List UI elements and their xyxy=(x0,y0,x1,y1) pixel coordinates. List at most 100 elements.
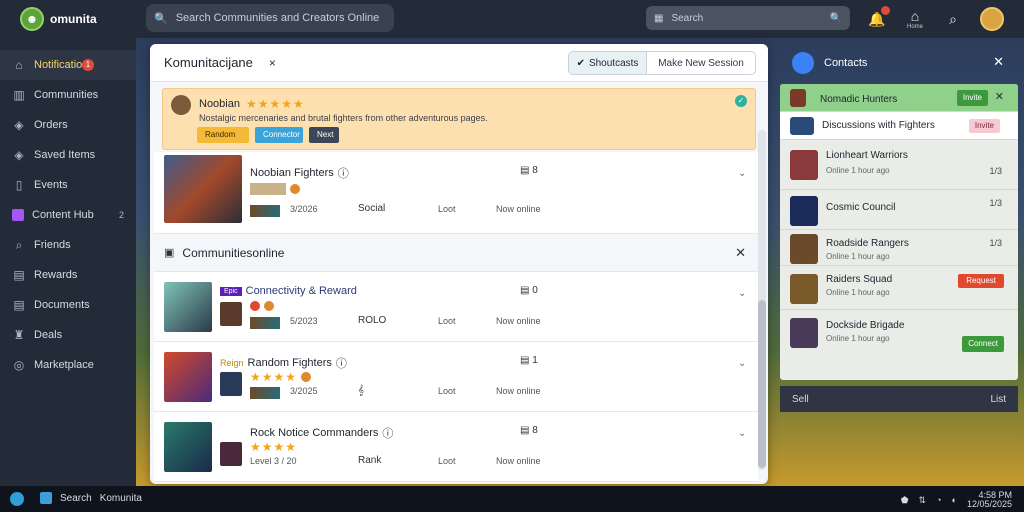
community-title: Noobian Fighters xyxy=(250,167,334,179)
panel-header: Komunitacijane × ✔ Shoutcasts Make New S… xyxy=(150,44,768,82)
user-avatar[interactable] xyxy=(980,7,1004,31)
contact-row[interactable]: Raiders Squad Online 1 hour ago Request xyxy=(780,266,1018,310)
section-title: Communitiesonline xyxy=(182,245,285,260)
chevron-down-icon[interactable]: ⌄ xyxy=(738,358,746,369)
sidebar-item-label: Orders xyxy=(34,119,68,131)
notifications-button[interactable]: 🔔 xyxy=(866,6,890,30)
community-avatar xyxy=(220,372,242,396)
home-button[interactable]: ⌂ Home xyxy=(904,8,926,30)
search-button[interactable]: ⌕ xyxy=(942,8,964,30)
community-badges xyxy=(250,183,300,195)
segment-new-session[interactable]: Make New Session xyxy=(647,52,755,74)
contact-row[interactable]: Discussions with Fighters Invite xyxy=(780,112,1018,140)
section-icon: ▣ xyxy=(164,247,175,259)
footer-left-button[interactable]: Sell xyxy=(792,394,809,405)
community-title-row: Epic Connectivity & Reward xyxy=(220,285,357,297)
rating-stars: ★★★★ xyxy=(250,440,298,454)
verified-icon: ✓ xyxy=(735,95,747,107)
shield-icon[interactable]: ⬟ xyxy=(901,495,909,506)
square-icon xyxy=(12,209,24,221)
sidebar-item-count: 2 xyxy=(118,210,124,220)
tag-random[interactable]: Random xyxy=(197,127,249,143)
sidebar-item-friends[interactable]: ⌕ Friends xyxy=(0,230,136,260)
invite-button[interactable]: Invite xyxy=(968,119,1000,133)
taskbar-item[interactable]: Komunita xyxy=(100,493,142,504)
volume-icon[interactable]: ◐ xyxy=(952,495,957,505)
community-card[interactable]: Rock Notice Commanders ⓘ ★★★★ Level 3 / … xyxy=(154,412,758,482)
search-icon: ⌕ xyxy=(949,10,957,27)
footer-right-button[interactable]: List xyxy=(990,394,1006,405)
close-icon[interactable]: × xyxy=(269,56,276,70)
network-icon[interactable]: ⇅ xyxy=(919,495,927,506)
contacts-footer: Sell List xyxy=(780,386,1018,412)
tag-next[interactable]: Next xyxy=(309,127,339,143)
members-info: ▤ 8 xyxy=(520,165,538,176)
sidebar: ⌂ Notifications 1 ▥ Communities ◈ Orders… xyxy=(0,38,136,486)
chevron-down-icon[interactable]: ⌄ xyxy=(738,288,746,299)
contact-name: Nomadic Hunters xyxy=(820,94,898,105)
sidebar-item-label: Friends xyxy=(34,239,71,251)
home-icon: ⌂ xyxy=(910,8,920,24)
community-card[interactable]: Epic Connectivity & Reward 5/2023 ROLO L… xyxy=(154,272,758,342)
avatar xyxy=(790,234,818,264)
tag-connector[interactable]: Connector xyxy=(255,127,303,143)
clock[interactable]: 4:58 PM 12/05/2025 xyxy=(967,491,1012,509)
contact-row[interactable]: Cosmic Council 1/3 xyxy=(780,190,1018,230)
sidebar-item-communities[interactable]: ▥ Communities xyxy=(0,80,136,110)
sidebar-item-saved[interactable]: ◈ Saved Items xyxy=(0,140,136,170)
community-status: Now online xyxy=(496,456,541,466)
community-chip: Loot xyxy=(438,386,456,396)
main-search-input[interactable]: 🔍 Search Communities and Creators Online xyxy=(146,4,394,32)
chevron-down-icon[interactable]: ⌄ xyxy=(738,168,746,179)
invite-button[interactable]: Invite xyxy=(956,90,988,106)
chevron-down-icon[interactable]: ⌄ xyxy=(738,428,746,439)
contact-row[interactable]: Dockside Brigade Online 1 hour ago Conne… xyxy=(780,310,1018,360)
close-icon[interactable]: ✕ xyxy=(735,245,746,261)
sidebar-item-notifications[interactable]: ⌂ Notifications 1 xyxy=(0,50,136,80)
community-card[interactable]: Reign Random Fighters ⓘ ★★★★ 3/2025 𝄞 Lo… xyxy=(154,342,758,412)
community-meta: 3/2025 xyxy=(290,386,318,396)
sidebar-item-label: Documents xyxy=(34,299,90,311)
right-search-input[interactable]: ▦ Search 🔍 xyxy=(646,6,850,30)
sidebar-item-marketplace[interactable]: ◎ Marketplace xyxy=(0,350,136,380)
notice-name: Noobian xyxy=(199,98,240,110)
request-button[interactable]: Request xyxy=(958,274,1004,288)
community-status: Now online xyxy=(496,316,541,326)
close-icon[interactable]: ✕ xyxy=(995,90,1004,103)
contact-count: 1/3 xyxy=(989,166,1002,176)
contact-status: Online 1 hour ago xyxy=(826,252,890,261)
coin-icon xyxy=(250,301,260,311)
contact-row[interactable]: Nomadic Hunters Invite ✕ xyxy=(780,84,1018,112)
contacts-list: Nomadic Hunters Invite ✕ Discussions wit… xyxy=(780,84,1018,380)
avatar xyxy=(171,95,191,115)
sidebar-item-deals[interactable]: ♜ Deals xyxy=(0,320,136,350)
scrollbar-thumb[interactable] xyxy=(758,300,766,468)
community-card[interactable]: Noobian Fighters ⓘ 3/2026 Social Loot No… xyxy=(154,152,758,234)
contact-row[interactable]: Roadside Rangers Online 1 hour ago 1/3 xyxy=(780,230,1018,266)
contact-name: Raiders Squad xyxy=(826,274,893,285)
sidebar-item-orders[interactable]: ◈ Orders xyxy=(0,110,136,140)
contact-row[interactable]: Lionheart Warriors Online 1 hour ago 1/3 xyxy=(780,140,1018,190)
community-thumbnail xyxy=(164,352,212,402)
start-button[interactable] xyxy=(10,492,24,506)
community-avatar xyxy=(220,442,242,466)
taskbar-apps: Search Komunita xyxy=(40,492,142,504)
notice-card[interactable]: Noobian ★★★★★ Nostalgic mercenaries and … xyxy=(162,88,756,150)
sidebar-item-documents[interactable]: ▤ Documents xyxy=(0,290,136,320)
wifi-icon[interactable]: ◔ xyxy=(936,495,941,505)
connect-button[interactable]: Connect xyxy=(962,336,1004,352)
taskbar-item[interactable]: Search xyxy=(60,493,92,504)
community-badges xyxy=(250,301,274,311)
app-logo[interactable]: ☻ omunita xyxy=(20,6,97,32)
sidebar-item-content-hub[interactable]: Content Hub 2 xyxy=(0,200,136,230)
sidebar-item-label: Events xyxy=(34,179,68,191)
avatar xyxy=(790,196,818,226)
community-count: ROLO xyxy=(358,315,387,326)
sidebar-item-rewards[interactable]: ▤ Rewards xyxy=(0,260,136,290)
app-logo-icon: ☻ xyxy=(20,7,44,31)
close-icon[interactable]: ✕ xyxy=(993,54,1004,70)
section-header: ▣ Communitiesonline ✕ xyxy=(154,234,758,272)
sidebar-item-events[interactable]: ▯ Events xyxy=(0,170,136,200)
segment-shoutcasts[interactable]: ✔ Shoutcasts xyxy=(569,52,647,74)
info-icon: ⓘ xyxy=(335,358,347,370)
